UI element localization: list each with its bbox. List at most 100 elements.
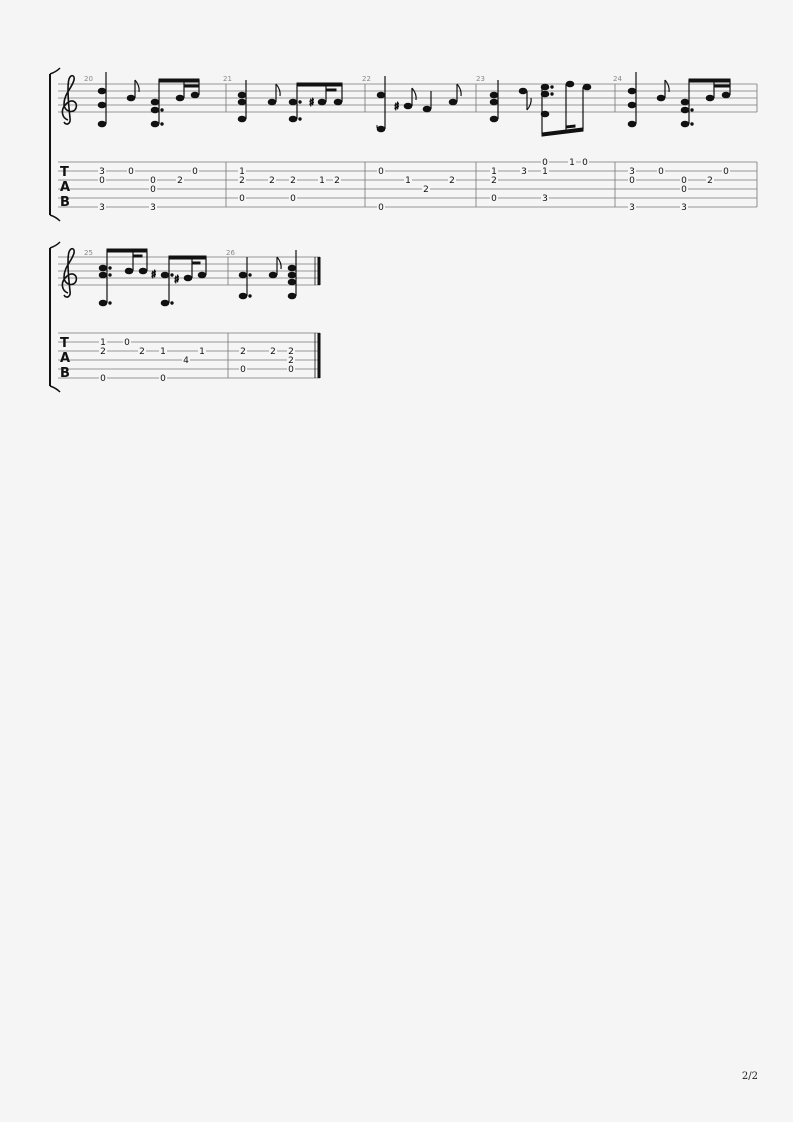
tab-fret-number: 0 [290, 194, 296, 204]
tab-fret-number: 0 [378, 203, 384, 213]
tab-fret-number: 0 [192, 167, 198, 177]
tab-fret-number: 1 [542, 167, 548, 177]
tab-numbers-system-2: 12002 1041 202 220 [99, 338, 295, 384]
tab-fret-number: 2 [100, 347, 106, 357]
beam [132, 254, 143, 258]
tab-fret-number: 0 [150, 185, 156, 195]
beam [541, 127, 584, 137]
measure-number: 23 [476, 75, 485, 83]
beam [713, 84, 731, 88]
tab-fret-number: 2 [269, 176, 275, 186]
chord [680, 80, 694, 128]
note [317, 84, 343, 106]
tab-fret-number: 0 [658, 167, 664, 177]
tab-numbers-system-1: 303000320 1202 201 20012212030131 0303000320 [98, 158, 730, 213]
tab-clef-a: A [60, 180, 70, 195]
chord [97, 72, 107, 128]
tab-clef-a: A [60, 351, 70, 366]
treble-clef-icon [61, 247, 78, 298]
tab-fret-number: 3 [150, 203, 156, 213]
note [267, 83, 281, 106]
tab-fret-number: 0 [239, 194, 245, 204]
measure-number: 26 [226, 249, 235, 257]
tab-fret-number: 0 [124, 338, 130, 348]
tab-fret-number: 2 [491, 176, 497, 186]
tab-fret-number: 2 [290, 176, 296, 186]
sharp-icon: ♯ [309, 96, 314, 109]
measure-number: 21 [223, 75, 232, 83]
beam [296, 82, 343, 87]
tab-staff [58, 332, 320, 379]
tab-fret-number: 0 [288, 365, 294, 375]
notation-system-2: ♯ ♯ [98, 248, 297, 307]
tab-fret-number: 2 [334, 176, 340, 186]
tab-fret-number: 1 [319, 176, 325, 186]
tab-fret-number: 2 [177, 176, 183, 186]
tab-fret-number: 2 [270, 347, 276, 357]
tab-clef-b: B [60, 195, 70, 210]
tab-fret-number: 0 [681, 185, 687, 195]
system-1: T A B 20 21 22 23 24 ♯ ♯ 303000320 1202 … [49, 67, 758, 222]
notation-system-1: ♯ ♯ [97, 72, 731, 137]
tab-clef-t: T [60, 336, 69, 351]
beam [168, 255, 207, 260]
chord [288, 84, 302, 123]
tab-fret-number: 0 [629, 176, 635, 186]
note [518, 87, 532, 111]
measure-number: 25 [84, 249, 93, 257]
tab-fret-number: 2 [139, 347, 145, 357]
note [124, 250, 148, 275]
chord [237, 80, 247, 123]
page-number: 2/2 [741, 1071, 758, 1082]
beam [106, 248, 148, 253]
tab-fret-number: 1 [569, 158, 575, 168]
beam [688, 78, 731, 83]
note [422, 91, 432, 113]
tab-fret-number: 2 [423, 185, 429, 195]
tab-fret-number: 1 [199, 347, 205, 357]
measure-number: 22 [362, 75, 371, 83]
beam [565, 124, 576, 129]
sharp-icon: ♯ [174, 273, 179, 286]
tab-fret-number: 2 [240, 347, 246, 357]
measure-number: 24 [613, 75, 622, 83]
beam [158, 78, 200, 83]
tab-clef-b: B [60, 366, 70, 381]
tab-fret-number: 3 [542, 194, 548, 204]
note [183, 257, 207, 282]
tab-fret-number: 3 [99, 203, 105, 213]
chord [150, 80, 164, 128]
tab-fret-number: 0 [99, 176, 105, 186]
tab-clef-t: T [60, 165, 69, 180]
tab-fret-number: 4 [183, 356, 189, 366]
beam [325, 88, 337, 92]
tab-fret-number: 0 [160, 374, 166, 384]
tab-fret-number: 2 [707, 176, 713, 186]
chord [376, 76, 386, 133]
tab-fret-number: 0 [723, 167, 729, 177]
sharp-icon: ♯ [394, 100, 399, 113]
chord [627, 72, 637, 128]
tab-clef: T A B [60, 336, 70, 381]
tab-fret-number: 0 [491, 194, 497, 204]
chord [489, 80, 499, 123]
tab-fret-number: 3 [681, 203, 687, 213]
beam [183, 84, 200, 88]
beam [191, 261, 201, 265]
note [565, 80, 592, 131]
treble-clef-icon [61, 74, 78, 125]
tab-fret-number: 3 [521, 167, 527, 177]
tab-fret-number: 0 [582, 158, 588, 168]
tab-clef: T A B [60, 165, 70, 210]
tablature-score: T A B 20 21 22 23 24 ♯ ♯ 303000320 1202 … [49, 67, 758, 393]
tab-fret-number: 0 [128, 167, 134, 177]
note [448, 83, 462, 106]
tab-fret-number: 0 [240, 365, 246, 375]
tab-fret-number: 2 [449, 176, 455, 186]
tab-fret-number: 2 [239, 176, 245, 186]
tab-fret-number: 0 [100, 374, 106, 384]
sharp-icon: ♯ [151, 268, 156, 281]
tab-fret-number: 1 [405, 176, 411, 186]
tab-fret-number: 0 [378, 167, 384, 177]
measure-number: 20 [84, 75, 93, 83]
